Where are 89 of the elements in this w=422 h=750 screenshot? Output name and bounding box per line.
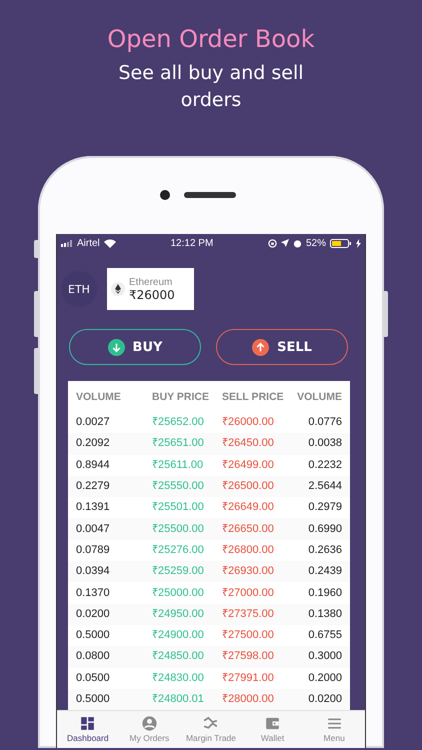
promo-title: Open Order Book — [107, 24, 315, 54]
volume-cell-text: 0.5000 — [76, 693, 111, 706]
sell-price-cell-text: ₹27991.00 — [222, 672, 275, 685]
buy-price-cell-text: ₹25276.00 — [152, 544, 205, 557]
buy-price-cell-text: ₹24850.00 — [152, 650, 205, 664]
charging-icon — [356, 238, 361, 248]
volume-cell-text: 2.5644 — [307, 480, 342, 494]
sell-price-cell-text: ₹26500.00 — [222, 480, 275, 494]
speaker — [184, 192, 236, 198]
volume-cell-text: 0.2279 — [76, 480, 111, 494]
buy-price-cell-text: ₹24900.00 — [152, 629, 205, 642]
location-icon — [280, 239, 289, 247]
buy-price-cell-text: ₹25500.00 — [152, 522, 205, 536]
sell-price-cell-text: ₹27500.00 — [222, 629, 275, 642]
column-header: VOLUME — [296, 390, 342, 402]
wallet-icon — [264, 715, 282, 732]
sell-price-cell-text: ₹26930.00 — [222, 565, 275, 578]
buy-price-cell-text: ₹25259.00 — [152, 565, 205, 578]
volume-cell-text: 0.0776 — [307, 416, 342, 430]
sell-price-cell-text: ₹26650.00 — [222, 522, 275, 536]
volume-cell-text: 0.0200 — [307, 693, 342, 706]
sell-price-cell-text: ₹27000.00 — [222, 586, 275, 600]
side-key — [34, 348, 38, 394]
sell-price-cell-text: ₹26450.00 — [222, 437, 275, 450]
sell-price-cell-text: ₹26800.00 — [222, 544, 275, 557]
column-header: SELL PRICE — [222, 390, 285, 402]
coin-name: Ethereum — [129, 276, 174, 288]
battery-icon — [330, 238, 352, 248]
coin-symbol-button[interactable]: ETH — [61, 271, 97, 307]
camera — [160, 190, 170, 200]
column-header: BUY PRICE — [152, 390, 210, 402]
volume-cell-text: 0.2092 — [76, 437, 111, 450]
ethereum-icon — [111, 282, 125, 296]
volume-cell-text: 0.8944 — [76, 458, 111, 472]
buy-price-cell-text: ₹25000.00 — [152, 586, 205, 600]
volume-cell-text: 0.2000 — [307, 672, 342, 685]
volume-cell-text: 0.1380 — [307, 608, 342, 621]
buy-price-cell-text: ₹25501.00 — [152, 501, 205, 514]
volume-cell-text: 0.5000 — [76, 629, 111, 642]
volume-cell-text: 0.2439 — [307, 565, 342, 578]
volume-cell-text: 0.2979 — [307, 501, 342, 514]
clock-time: 12:12 PM — [170, 238, 214, 248]
column-header: VOLUME — [76, 390, 122, 402]
user-icon — [140, 715, 158, 732]
sell-price-cell-text: ₹27598.00 — [222, 650, 275, 664]
volume-cell-text: 0.0500 — [76, 672, 111, 685]
coin-card[interactable]: Ethereum ₹26000 — [107, 268, 194, 310]
carrier-name: Airtel — [77, 238, 100, 248]
buy-price-cell-text: ₹24830.00 — [152, 672, 205, 685]
side-key — [384, 291, 388, 337]
buy-price-cell-text: ₹24800.01 — [152, 693, 205, 706]
volume-cell-text: 0.3000 — [307, 650, 342, 664]
volume-cell-text: 0.6755 — [307, 629, 342, 642]
side-key — [34, 291, 38, 337]
buy-price-cell-text: ₹25550.00 — [152, 480, 205, 494]
volume-cell-text: 0.0789 — [76, 544, 111, 557]
volume-cell-text: 0.0800 — [76, 650, 111, 664]
buy-price-cell-text: ₹25651.00 — [152, 437, 205, 450]
buy-price-cell-text: ₹25611.00 — [152, 458, 204, 472]
sell-price-cell-text: ₹26000.00 — [222, 416, 275, 430]
side-key — [34, 240, 38, 258]
tab-bar-item[interactable]: Dashboard — [57, 711, 119, 748]
buy-button[interactable]: BUY — [69, 329, 201, 365]
wifi-icon — [104, 238, 116, 248]
promo-subtitle: See all buy and sell orders — [117, 61, 305, 113]
battery-percent: 52% — [306, 238, 326, 248]
volume-cell-text: 0.0200 — [76, 608, 111, 621]
coin-price: ₹26000 — [129, 288, 175, 302]
volume-cell-text: 0.1391 — [76, 501, 111, 514]
signal-icon — [61, 239, 75, 247]
sell-price-cell-text: ₹26649.00 — [222, 501, 275, 514]
volume-cell-text: 0.0047 — [76, 522, 111, 536]
buy-price-cell-text: ₹24950.00 — [152, 608, 205, 621]
sell-button[interactable]: SELL — [216, 329, 348, 365]
rotation-lock-icon — [268, 238, 277, 248]
volume-cell-text: 0.1370 — [76, 586, 111, 600]
buy-price-cell-text: ₹25652.00 — [152, 416, 205, 430]
sell-price-cell-text: ₹26499.00 — [222, 458, 275, 472]
volume-cell-text: 0.2232 — [307, 458, 342, 472]
volume-cell-text: 0.2636 — [307, 544, 342, 557]
sell-price-cell-text: ₹27375.00 — [222, 608, 275, 621]
dashboard-icon — [79, 715, 96, 732]
volume-cell-text: 0.0027 — [76, 416, 111, 430]
sell-price-cell-text: ₹28000.00 — [222, 693, 275, 706]
volume-cell-text: 0.0394 — [76, 565, 111, 578]
volume-cell-text: 0.1960 — [307, 586, 342, 600]
volume-cell-text: 0.0038 — [307, 437, 342, 450]
alarm-icon — [292, 238, 302, 248]
volume-cell-text: 0.6990 — [307, 522, 342, 536]
